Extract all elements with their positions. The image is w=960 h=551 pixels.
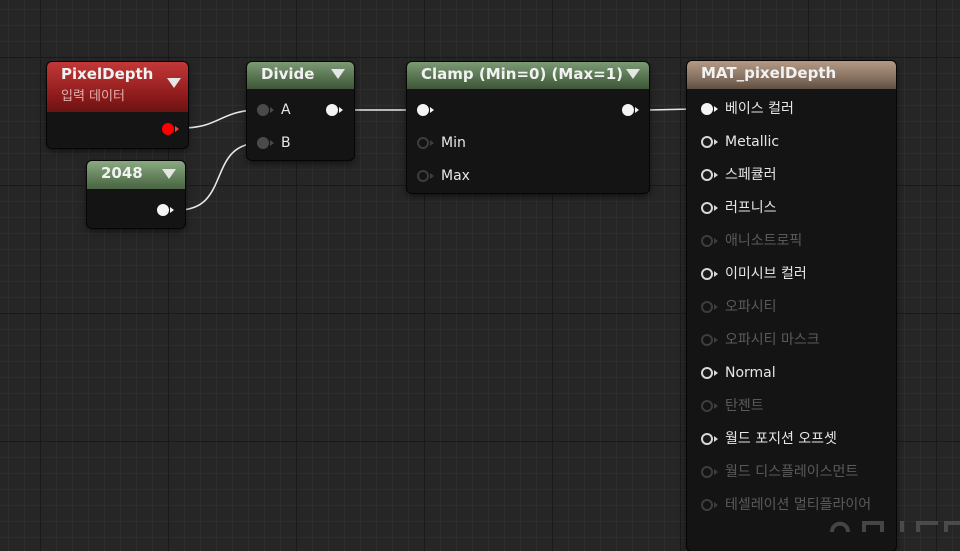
material-input-label: 애니소트로픽 — [725, 233, 803, 249]
constant-node[interactable]: 2048 — [87, 161, 185, 228]
material-input-label: 오파시티 마스크 — [725, 332, 820, 348]
clamp-input-pin[interactable] — [416, 102, 434, 118]
watermark-logo — [830, 521, 960, 532]
material-input-pin[interactable] — [700, 398, 718, 414]
clamp-min-label: Min — [441, 135, 466, 151]
material-input-label: 오파시티 — [725, 299, 777, 315]
material-input-label: 월드 포지션 오프셋 — [725, 431, 837, 447]
material-input-label: Normal — [725, 365, 776, 381]
material-input-label: Metallic — [725, 134, 780, 150]
collapse-arrow-icon[interactable] — [167, 78, 181, 88]
material-input-label: 테셀레이션 멀티플라이어 — [725, 497, 872, 513]
material-input-pin[interactable] — [700, 233, 718, 249]
collapse-arrow-icon[interactable] — [162, 169, 176, 179]
material-node-title: MAT_pixelDepth — [701, 64, 837, 82]
collapse-arrow-icon[interactable] — [331, 69, 345, 79]
clamp-node-title: Clamp (Min=0) (Max=1) — [421, 65, 623, 83]
constant-output-pin[interactable] — [156, 202, 174, 218]
material-input-label: 이미시브 컬러 — [725, 266, 807, 282]
material-input-pin[interactable] — [700, 101, 718, 117]
material-input-pin[interactable] — [700, 200, 718, 216]
material-input-pin[interactable] — [700, 299, 718, 315]
divide-input-b-label: B — [281, 135, 291, 151]
clamp-max-label: Max — [441, 168, 470, 184]
pixel-depth-node[interactable]: PixelDepth 입력 데이터 — [47, 62, 188, 148]
material-input-label: 월드 디스플레이스먼트 — [725, 464, 859, 480]
divide-input-b-pin[interactable] — [256, 135, 274, 151]
clamp-max-pin[interactable] — [416, 168, 434, 184]
material-node-header[interactable]: MAT_pixelDepth — [687, 61, 896, 89]
divide-input-a-label: A — [281, 102, 291, 118]
material-graph-canvas[interactable]: PixelDepth 입력 데이터 2048 Divide A B Clamp … — [0, 0, 960, 551]
material-input-label: 러프니스 — [725, 200, 777, 216]
material-input-pin[interactable] — [700, 464, 718, 480]
divide-output-pin[interactable] — [325, 102, 343, 118]
collapse-arrow-icon[interactable] — [626, 69, 640, 79]
material-input-pin[interactable] — [700, 332, 718, 348]
material-input-pin[interactable] — [700, 365, 718, 381]
material-input-label: 탄젠트 — [725, 398, 764, 414]
divide-input-a-pin[interactable] — [256, 102, 274, 118]
clamp-node[interactable]: Clamp (Min=0) (Max=1) Min Max — [407, 62, 649, 193]
divide-node[interactable]: Divide A B — [247, 62, 354, 160]
clamp-output-pin[interactable] — [621, 102, 639, 118]
material-result-node[interactable]: MAT_pixelDepth 베이스 컬러 Metallic 스페큘러러프니스애니소… — [687, 61, 896, 551]
pixel-depth-output-pin[interactable] — [161, 121, 179, 137]
material-input-pin[interactable] — [700, 167, 718, 183]
material-input-pin[interactable] — [700, 431, 718, 447]
material-input-label: 스페큘러 — [725, 167, 777, 183]
clamp-node-header[interactable]: Clamp (Min=0) (Max=1) — [407, 62, 649, 89]
material-input-label: 베이스 컬러 — [725, 101, 794, 117]
material-input-pin[interactable] — [700, 134, 718, 150]
clamp-min-pin[interactable] — [416, 135, 434, 151]
material-input-pin[interactable] — [700, 266, 718, 282]
material-input-pin[interactable] — [700, 497, 718, 513]
